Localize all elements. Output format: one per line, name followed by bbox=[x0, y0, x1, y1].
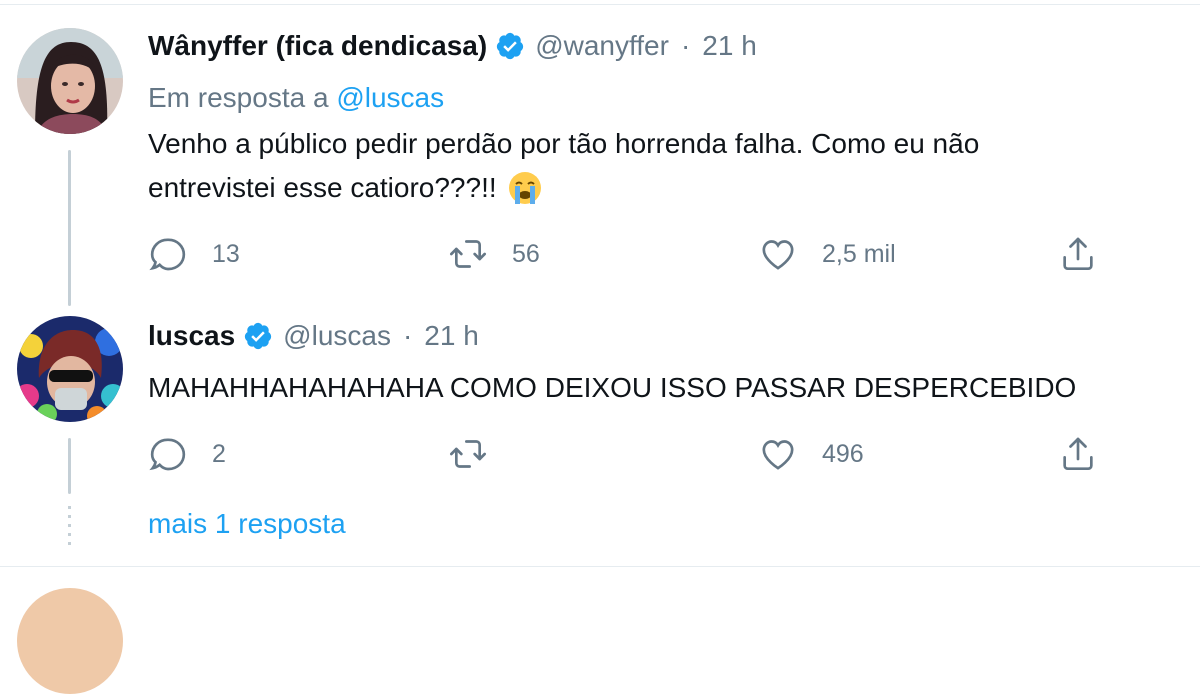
tweet-text: MAHAHHAHAHAHAHA COMO DEIXOU ISSO PASSAR … bbox=[148, 366, 1076, 410]
reply-count: 13 bbox=[212, 239, 240, 268]
show-more-replies-link[interactable]: mais 1 resposta bbox=[148, 508, 346, 540]
user-handle[interactable]: @wanyffer bbox=[535, 30, 669, 62]
reply-icon bbox=[149, 438, 186, 471]
tweet-text-line: MAHAHHAHAHAHAHA COMO DEIXOU ISSO PASSAR … bbox=[148, 372, 1077, 403]
bottom-divider bbox=[0, 566, 1200, 567]
reply-mention-link[interactable]: @luscas bbox=[336, 82, 444, 113]
timestamp[interactable]: 21 h bbox=[424, 320, 479, 352]
verified-icon bbox=[497, 32, 524, 60]
display-name[interactable]: Wânyffer (fica dendicasa) bbox=[148, 30, 487, 62]
thread-connector bbox=[68, 438, 71, 494]
reply-button[interactable]: 13 bbox=[148, 234, 240, 274]
top-divider bbox=[0, 4, 1200, 5]
like-button[interactable]: 2,5 mil bbox=[758, 234, 896, 274]
share-icon bbox=[1063, 437, 1093, 470]
retweet-button[interactable] bbox=[448, 434, 512, 474]
tweet-text: Venho a público pedir perdão por tão hor… bbox=[148, 122, 979, 210]
share-button[interactable] bbox=[1058, 434, 1098, 474]
like-count: 496 bbox=[822, 439, 864, 468]
tweet-actions: 13 56 2,5 mil bbox=[148, 234, 1108, 274]
reply-context: Em resposta a @luscas bbox=[148, 82, 444, 114]
user-handle[interactable]: @luscas bbox=[283, 320, 391, 352]
retweet-button[interactable]: 56 bbox=[448, 234, 540, 274]
thread-dots bbox=[68, 506, 71, 550]
like-count: 2,5 mil bbox=[822, 239, 896, 268]
separator: · bbox=[680, 30, 691, 61]
retweet-icon bbox=[450, 240, 486, 268]
tweet-text-line: Venho a público pedir perdão por tão hor… bbox=[148, 128, 980, 159]
reply-button[interactable]: 2 bbox=[148, 434, 226, 474]
display-name[interactable]: luscas bbox=[148, 320, 235, 352]
tweet-text-line: entrevistei esse catioro???!! bbox=[148, 166, 979, 210]
separator: · bbox=[402, 320, 413, 351]
avatar[interactable] bbox=[17, 316, 123, 422]
tweet-header: luscas @luscas · 21 h bbox=[148, 320, 479, 352]
tweet-actions: 2 496 bbox=[148, 434, 1108, 474]
retweet-icon bbox=[450, 440, 486, 468]
tweet-text-line-content: entrevistei esse catioro???!! bbox=[148, 172, 497, 203]
like-icon bbox=[762, 440, 794, 470]
reply-prefix: Em resposta a bbox=[148, 82, 329, 113]
reply-count: 2 bbox=[212, 439, 226, 468]
tweet-header: Wânyffer (fica dendicasa) @wanyffer · 21… bbox=[148, 30, 757, 62]
crying-face-icon bbox=[508, 172, 541, 204]
share-button[interactable] bbox=[1058, 234, 1098, 274]
verified-icon bbox=[245, 322, 272, 350]
avatar[interactable] bbox=[17, 588, 123, 694]
like-button[interactable]: 496 bbox=[758, 434, 864, 474]
timestamp[interactable]: 21 h bbox=[702, 30, 757, 62]
reply-icon bbox=[149, 238, 186, 271]
share-icon bbox=[1063, 237, 1093, 270]
thread-connector bbox=[68, 150, 71, 306]
like-icon bbox=[762, 240, 794, 270]
avatar[interactable] bbox=[17, 28, 123, 134]
retweet-count: 56 bbox=[512, 239, 540, 268]
